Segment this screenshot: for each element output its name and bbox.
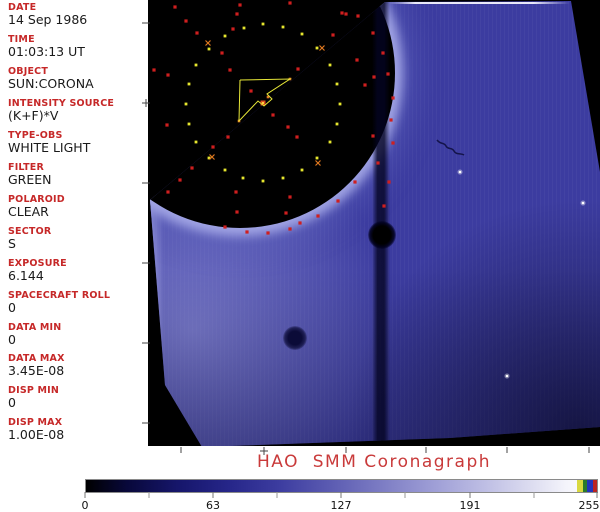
colorbar-label-255: 255 — [579, 499, 600, 512]
field-value: CLEAR — [8, 205, 146, 219]
field-value: 0 — [8, 333, 146, 347]
field-value: SUN:CORONA — [8, 77, 146, 91]
bright-top-edge — [388, 2, 570, 4]
field-value: 1.00E-08 — [8, 428, 146, 442]
field-label: DATA MIN — [8, 322, 146, 333]
colorbar-label-0: 0 — [82, 499, 89, 512]
field-value: GREEN — [8, 173, 146, 187]
field-value: 3.45E-08 — [8, 364, 146, 378]
field-date: DATE14 Sep 1986 — [8, 2, 146, 27]
metadata-sidebar: DATE14 Sep 1986 TIME01:03:13 UT OBJECTSUN:… — [0, 0, 148, 446]
field-data-max: DATA MAX3.45E-08 — [8, 353, 146, 378]
colorbar-label-127: 127 — [331, 499, 352, 512]
field-value: 01:03:13 UT — [8, 45, 146, 59]
colorbar-end-stripe — [593, 480, 597, 492]
field-value: 0 — [8, 396, 146, 410]
field-time: TIME01:03:13 UT — [8, 34, 146, 59]
colorbar-label-63: 63 — [206, 499, 220, 512]
field-intensity-source: INTENSITY SOURCE(K+F)*V — [8, 98, 146, 123]
coronagraph-image — [148, 0, 600, 446]
dark-dust-spot — [283, 326, 307, 350]
field-label: SECTOR — [8, 226, 146, 237]
field-disp-min: DISP MIN0 — [8, 385, 146, 410]
image-title: HAO SMM Coronagraph — [148, 452, 600, 474]
field-value: 14 Sep 1986 — [8, 13, 146, 27]
exposure-frame — [148, 0, 600, 446]
field-disp-max: DISP MAX1.00E-08 — [8, 417, 146, 442]
field-label: EXPOSURE — [8, 258, 146, 269]
smm-coronagraph-viewer: { "sidebar": { "fields": [ {"label":"DAT… — [0, 0, 600, 512]
field-value: 0 — [8, 301, 146, 315]
field-value: WHITE LIGHT — [8, 141, 146, 155]
field-data-min: DATA MIN0 — [8, 322, 146, 347]
field-spacecraft-roll: SPACECRAFT ROLL0 — [8, 290, 146, 315]
field-polaroid: POLAROIDCLEAR — [8, 194, 146, 219]
field-value: (K+F)*V — [8, 109, 146, 123]
field-value: S — [8, 237, 146, 251]
intensity-colorbar — [85, 479, 598, 493]
dark-spot-on-pylon — [368, 221, 396, 249]
field-label: SPACECRAFT ROLL — [8, 290, 146, 301]
field-label: DISP MIN — [8, 385, 146, 396]
field-exposure: EXPOSURE6.144 — [8, 258, 146, 283]
field-type-obs: TYPE-OBSWHITE LIGHT — [8, 130, 146, 155]
field-filter: FILTERGREEN — [8, 162, 146, 187]
field-object: OBJECTSUN:CORONA — [8, 66, 146, 91]
bright-left-edge — [148, 195, 164, 446]
field-value: 6.144 — [8, 269, 146, 283]
field-sector: SECTORS — [8, 226, 146, 251]
colorbar-label-191: 191 — [460, 499, 481, 512]
